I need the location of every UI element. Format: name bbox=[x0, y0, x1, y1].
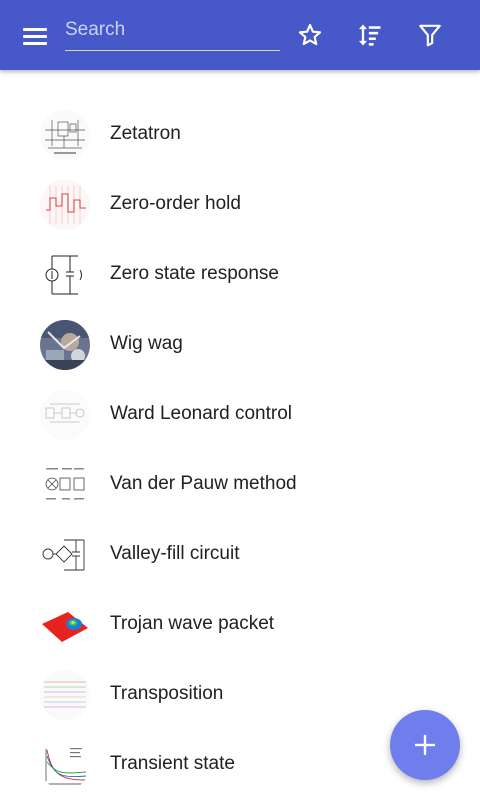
sort-icon[interactable] bbox=[350, 15, 390, 55]
circuit-schematic-thumbnail bbox=[40, 110, 90, 160]
star-icon[interactable] bbox=[290, 15, 330, 55]
list-item-label: Zetatron bbox=[110, 123, 181, 144]
list-item-label: Trojan wave packet bbox=[110, 613, 275, 634]
3d-surface-thumbnail bbox=[40, 600, 90, 650]
list-item-label: Van der Pauw method bbox=[110, 473, 297, 494]
list-item[interactable]: Ward Leonard control bbox=[0, 380, 480, 450]
add-button[interactable] bbox=[390, 710, 460, 780]
step-signal-plot-thumbnail bbox=[40, 180, 90, 230]
list-item[interactable]: Zero state response bbox=[0, 240, 480, 310]
list-item-label: Valley-fill circuit bbox=[110, 543, 240, 564]
rectifier-circuit-thumbnail bbox=[40, 530, 90, 580]
list-item-label: Zero state response bbox=[110, 263, 279, 284]
menu-icon[interactable] bbox=[15, 17, 55, 53]
circuit-diagram-thumbnail bbox=[40, 250, 90, 300]
list-item[interactable]: Trojan wave packet bbox=[0, 590, 480, 660]
app-bar bbox=[0, 0, 480, 70]
filter-icon[interactable] bbox=[410, 15, 450, 55]
block-diagram-thumbnail bbox=[40, 390, 90, 440]
list-item-label: Transient state bbox=[110, 753, 235, 774]
list-item-label: Transposition bbox=[110, 683, 224, 704]
list-item-label: Ward Leonard control bbox=[110, 403, 293, 424]
list-item-label: Zero-order hold bbox=[110, 193, 241, 214]
list-item[interactable]: Wig wag bbox=[0, 310, 480, 380]
list-item-label: Wig wag bbox=[110, 333, 183, 354]
list-item[interactable]: Van der Pauw method bbox=[0, 450, 480, 520]
decay-plot-thumbnail bbox=[40, 740, 90, 790]
list-item[interactable]: Zetatron bbox=[0, 100, 480, 170]
plus-icon bbox=[415, 735, 435, 755]
search-box bbox=[65, 14, 280, 51]
article-list: Zetatron Zero-order hold Zero state resp… bbox=[0, 100, 480, 800]
list-item[interactable]: Valley-fill circuit bbox=[0, 520, 480, 590]
photo-thumbnail bbox=[40, 320, 90, 370]
list-item[interactable]: Zero-order hold bbox=[0, 170, 480, 240]
line-pattern-thumbnail bbox=[40, 670, 90, 720]
sample-diagrams-thumbnail bbox=[40, 460, 90, 510]
search-input[interactable] bbox=[65, 14, 280, 46]
